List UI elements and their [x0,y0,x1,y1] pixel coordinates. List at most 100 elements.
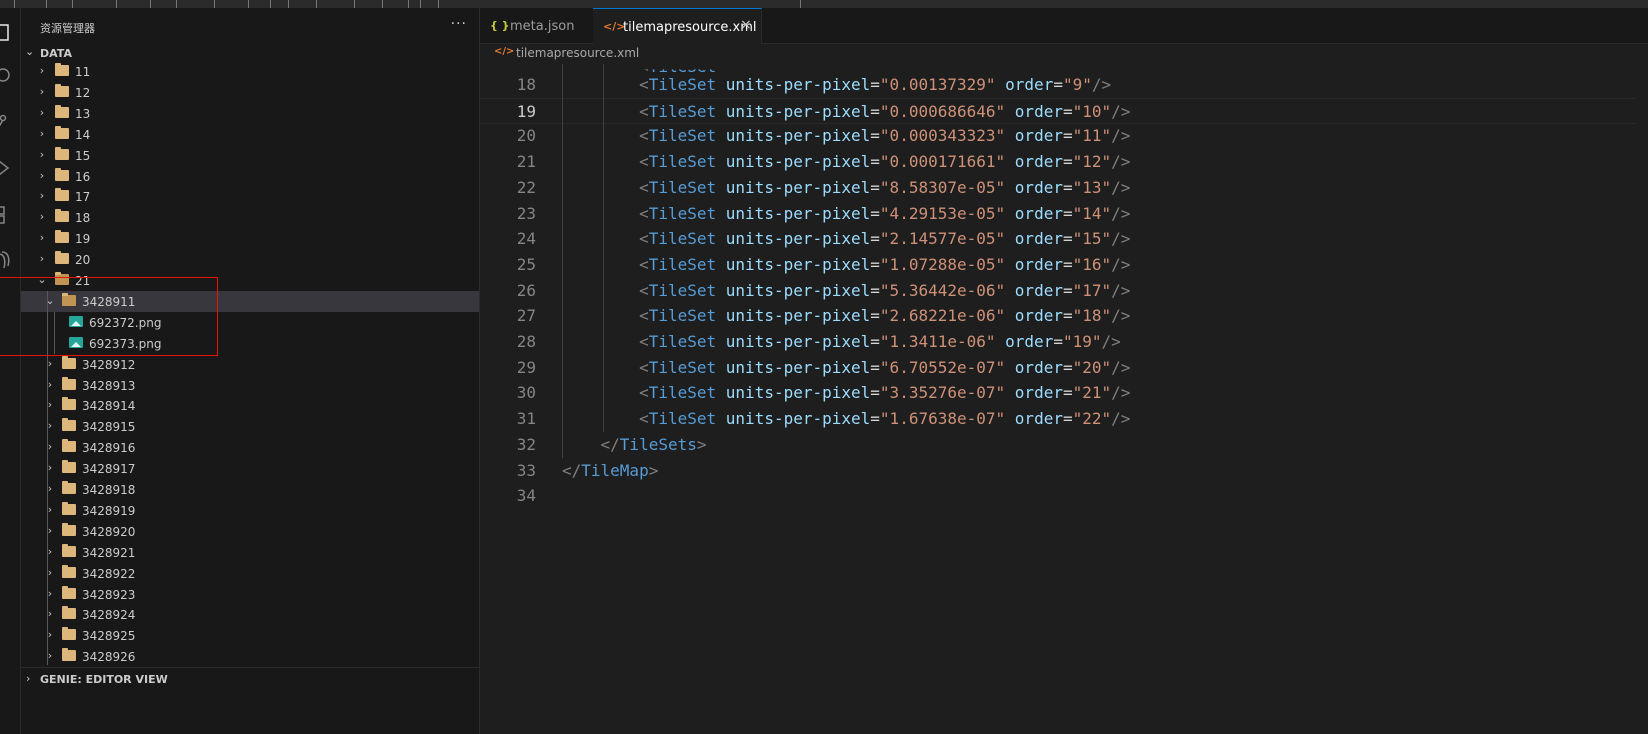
tree-folder[interactable]: › 13 [21,103,479,124]
code-text: <TileSet units-per-pixel="5.36442e-06" o… [639,280,1131,300]
chevron-right-icon[interactable]: › [37,169,47,182]
code-line[interactable]: 24 <TileSet units-per-pixel="2.14577e-05… [480,226,1648,252]
tree-folder[interactable]: › 18 [21,207,479,228]
chevron-right-icon[interactable]: › [37,127,47,140]
line-number: 32 [516,434,536,454]
tree-item-label: 17 [75,190,91,205]
tree-item-label: 16 [75,169,91,184]
tree-folder[interactable]: › 3428914 [21,395,479,416]
line-number: 27 [516,306,536,326]
folder-icon [62,481,76,494]
tree-item-label: 20 [75,253,91,268]
code-text: <TileSet units-per-pixel="0.000686646" o… [639,101,1131,121]
tree-folder[interactable]: › 20 [21,249,479,270]
tree-item-label: 3428915 [82,420,136,435]
chevron-right-icon[interactable]: › [37,231,47,244]
tree-item-label: 18 [75,211,91,226]
code-line[interactable]: 18 <TileSet units-per-pixel="0.00137329"… [480,72,1648,98]
code-line[interactable]: 19 <TileSet units-per-pixel="0.000686646… [480,97,1648,124]
code-line[interactable]: 21 <TileSet units-per-pixel="0.000171661… [480,149,1648,175]
chevron-right-icon[interactable]: › [37,64,47,77]
tree-folder[interactable]: › 17 [21,186,479,207]
code-line[interactable]: 22 <TileSet units-per-pixel="8.58307e-05… [480,175,1648,201]
chevron-right-icon[interactable]: › [37,210,47,223]
code-line[interactable]: 20 <TileSet units-per-pixel="0.000343323… [480,123,1648,149]
tree-folder[interactable]: › 16 [21,166,479,187]
breadcrumb[interactable]: </> tilemapresource.xml [480,44,1648,64]
editor-scrollbar[interactable] [1636,64,1648,734]
folder-icon [55,104,69,118]
code-line[interactable]: 31 <TileSet units-per-pixel="1.67638e-07… [480,406,1648,432]
chevron-right-icon[interactable]: › [37,252,47,265]
code-text: <TileSet units-per-pixel="0.000171661" o… [639,152,1131,172]
code-text: <TileSet units-per-pixel="1.07288e-05" o… [639,254,1131,274]
tree-folder[interactable]: › 3428916 [21,437,479,458]
tree-folder[interactable]: › 3428922 [21,563,479,584]
title-bar-strip [0,0,1648,8]
code-line[interactable]: 30 <TileSet units-per-pixel="3.35276e-07… [480,380,1648,406]
tree-folder[interactable]: › 3428921 [21,542,479,563]
data-section-header[interactable]: ⌄ DATA [21,44,479,62]
tree-item-label: 3428924 [82,608,136,623]
chevron-right-icon[interactable]: › [37,189,47,202]
folder-icon [55,125,69,139]
tree-folder[interactable]: › 3428925 [21,625,479,646]
tree-folder[interactable]: › 3428924 [21,604,479,625]
more-actions-icon[interactable]: ··· [451,16,467,32]
tree-item-label: 3428916 [82,441,136,456]
search-icon[interactable] [0,66,20,100]
tree-folder[interactable]: › 3428913 [21,375,479,396]
tree-folder[interactable]: › 3428920 [21,521,479,542]
tree-folder[interactable]: › 3428915 [21,416,479,437]
tab-meta-json[interactable]: { } meta.json [480,8,592,43]
tree-item-label: 11 [75,65,91,79]
code-text: </TileMap> [562,460,659,480]
genie-editor-view-header[interactable]: › GENIE: EDITOR VIEW [21,667,479,690]
tree-folder[interactable]: › 11 [21,63,479,82]
tab-tilemapresource-xml[interactable]: </> tilemapresource.xml × [593,8,762,44]
chevron-right-icon[interactable]: › [37,148,47,161]
code-line[interactable]: 33 </TileMap> [480,458,1648,484]
code-editor[interactable]: <TileSet 18 <TileSet units-per-pixel="0.0… [480,64,1648,734]
chevron-right-icon[interactable]: › [37,85,47,98]
tree-folder[interactable]: › 3428919 [21,500,479,521]
tree-item-label: 3428923 [82,587,136,602]
tree-folder[interactable]: › 15 [21,145,479,166]
code-line[interactable]: 25 <TileSet units-per-pixel="1.07288e-05… [480,252,1648,278]
chevron-right-icon: › [26,672,31,685]
activity-bar [0,8,21,734]
code-line[interactable]: 28 <TileSet units-per-pixel="1.3411e-06"… [480,329,1648,355]
tree-folder[interactable]: › 3428912 [21,354,479,375]
tree-item-label: 13 [75,106,91,121]
folder-icon [62,522,76,536]
folder-icon [62,418,76,432]
chevron-right-icon[interactable]: › [37,106,47,119]
code-text: <TileSet units-per-pixel="1.67638e-07" o… [639,409,1131,429]
code-line[interactable]: 32 </TileSets> [480,432,1648,458]
sidebar-empty-area [21,691,479,734]
tree-item-label: 3428917 [82,462,136,477]
tree-folder[interactable]: › 3428918 [21,479,479,500]
tree-folder[interactable]: › 3428923 [21,584,479,605]
sidebar-title: 资源管理器 [40,22,95,35]
tab-label: tilemapresource.xml [623,20,757,35]
extensions-icon[interactable] [0,204,20,238]
tree-folder[interactable]: › 3428926 [21,646,479,665]
tree-folder[interactable]: › 19 [21,228,479,249]
close-icon[interactable]: × [740,17,752,33]
code-line[interactable]: 29 <TileSet units-per-pixel="6.70552e-07… [480,355,1648,381]
code-line[interactable]: 34 [480,483,1648,509]
json-file-icon: { } [490,19,510,32]
source-control-icon[interactable] [0,112,20,146]
tree-item-label: 3428921 [82,545,136,560]
code-line[interactable]: 26 <TileSet units-per-pixel="5.36442e-06… [480,278,1648,304]
tree-folder[interactable]: › 12 [21,82,479,103]
breadcrumb-file[interactable]: tilemapresource.xml [516,46,639,60]
code-line[interactable]: 27 <TileSet units-per-pixel="2.68221e-06… [480,303,1648,329]
code-line[interactable]: 23 <TileSet units-per-pixel="4.29153e-05… [480,201,1648,227]
explorer-icon[interactable] [0,20,20,54]
run-debug-icon[interactable] [0,158,20,192]
tree-folder[interactable]: › 14 [21,124,479,145]
tree-folder[interactable]: › 3428917 [21,458,479,479]
code-text: </TileSets> [600,434,707,454]
